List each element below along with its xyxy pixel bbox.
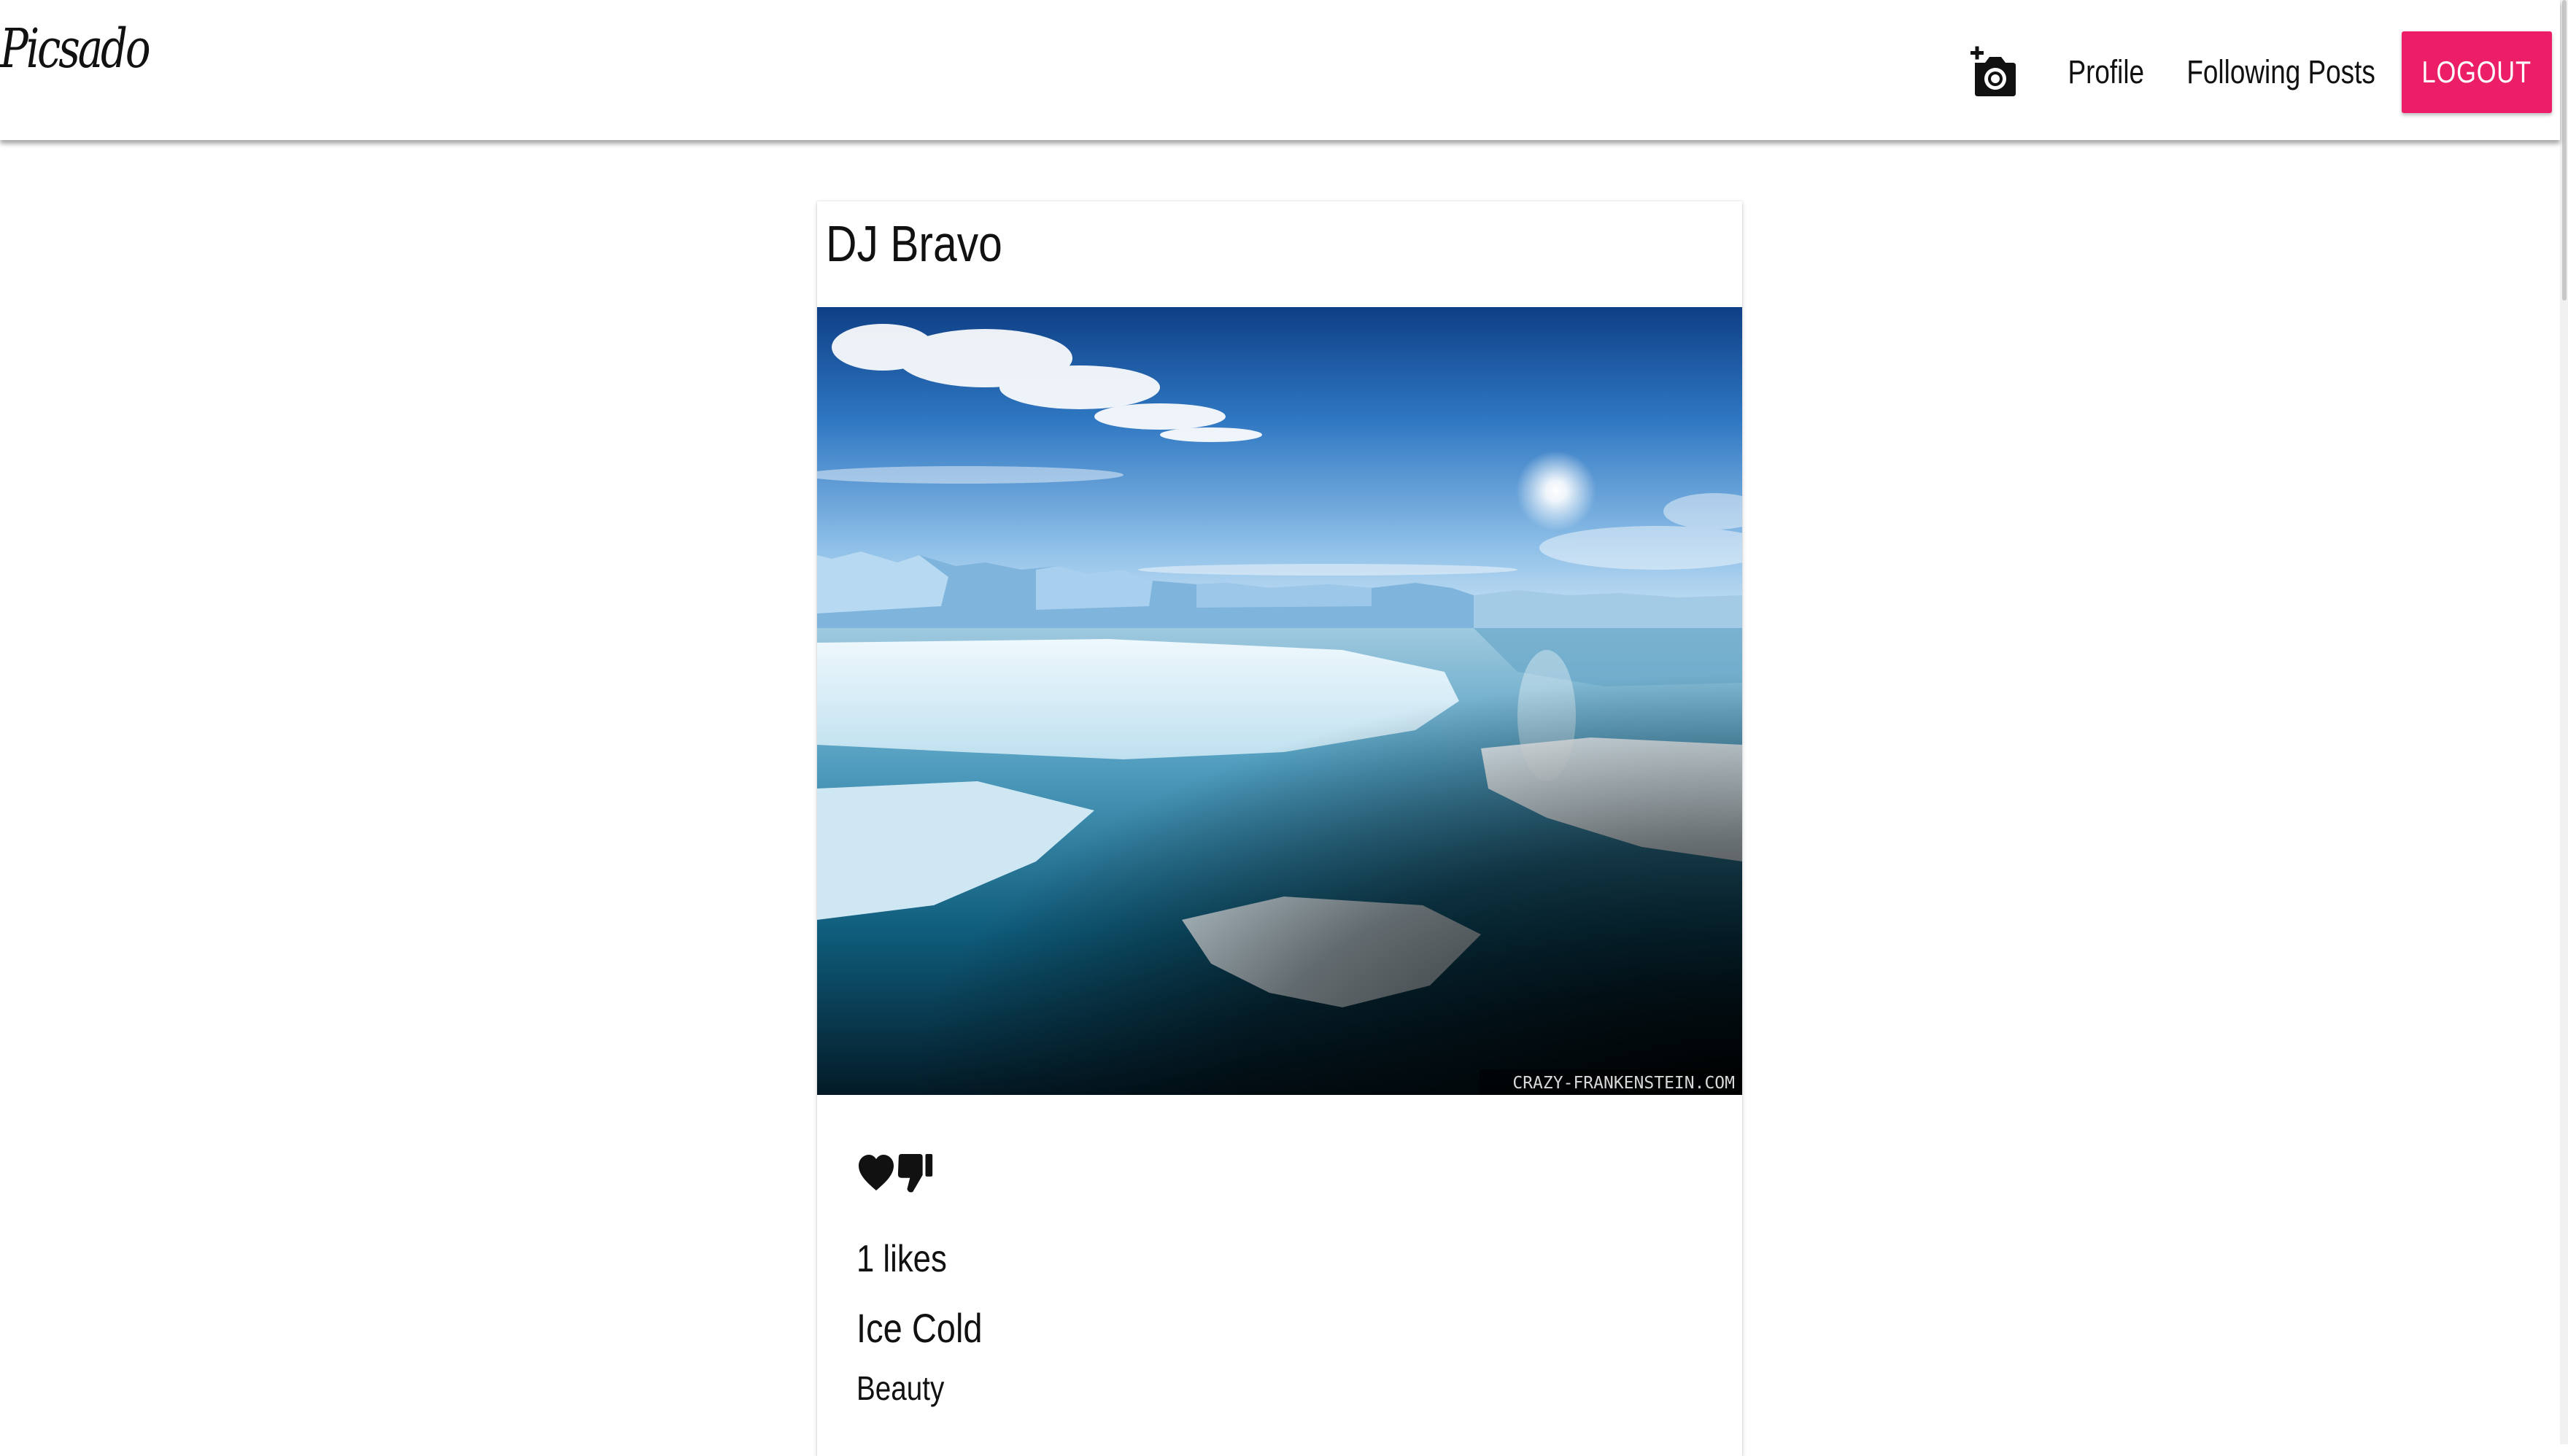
nav-actions: Profile Following Posts LOGOUT [1968, 31, 2552, 114]
thumbs-down-icon[interactable] [896, 1150, 935, 1196]
post-author-name[interactable]: DJ Bravo [826, 214, 1002, 273]
logout-button-label: LOGOUT [2421, 55, 2532, 89]
image-watermark: CRAZY-FRANKENSTEIN.COM [1512, 1074, 1735, 1093]
post-card: DJ Bravo CRAZY-FRANKENSTEIN.COM 1 likes … [817, 201, 1742, 1456]
post-actions [856, 1150, 935, 1196]
post-title: Ice Cold [856, 1305, 983, 1351]
logout-button[interactable]: LOGOUT [2402, 31, 2552, 113]
likes-count: 1 likes [856, 1238, 947, 1280]
heart-icon[interactable] [856, 1150, 896, 1196]
post-caption: Beauty [856, 1369, 945, 1407]
nav-link-profile[interactable]: Profile [2068, 53, 2145, 91]
brand-logo[interactable]: Picsado [0, 22, 151, 76]
page-scrollbar[interactable] [2560, 0, 2568, 1444]
top-navbar: Picsado Profile Following Posts LOGOUT [0, 0, 2560, 140]
add-photo-camera-icon[interactable] [1968, 43, 2019, 101]
nav-link-following-posts[interactable]: Following Posts [2186, 53, 2375, 91]
post-photo: CRAZY-FRANKENSTEIN.COM [817, 307, 1742, 1095]
scrollbar-thumb[interactable] [2562, 0, 2567, 301]
